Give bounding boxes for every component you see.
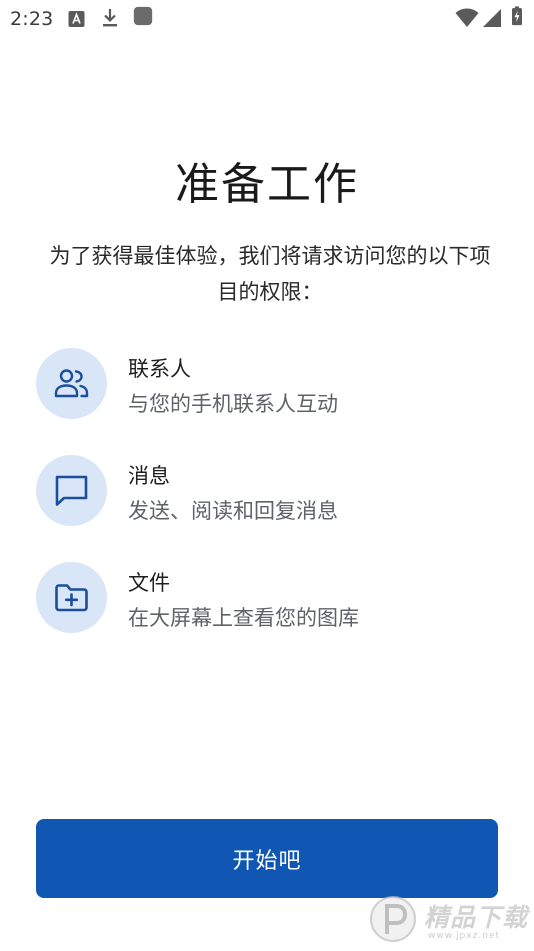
status-time: 2:23	[10, 8, 54, 30]
contacts-icon	[54, 369, 89, 398]
battery-charging-icon	[512, 6, 522, 26]
permission-title: 联系人	[128, 357, 191, 381]
permission-title: 文件	[128, 571, 170, 595]
status-bar: 2:23	[0, 0, 534, 36]
contacts-icon-circle	[36, 348, 107, 419]
app-square-icon	[133, 6, 153, 26]
folder-icon-circle	[36, 562, 107, 633]
permission-description: 与您的手机联系人互动	[128, 392, 338, 416]
message-icon	[55, 475, 88, 506]
download-icon	[103, 9, 117, 27]
permission-description: 在大屏幕上查看您的图库	[128, 606, 359, 630]
folder-add-icon	[55, 584, 88, 612]
permission-contacts: 联系人 与您的手机联系人互动	[36, 348, 496, 420]
wifi-icon	[455, 8, 479, 27]
message-icon-circle	[36, 455, 107, 526]
font-a-icon	[68, 11, 85, 27]
start-button[interactable]: 开始吧	[36, 819, 498, 898]
permission-messages: 消息 发送、阅读和回复消息	[36, 455, 496, 527]
page-title: 准备工作	[175, 159, 359, 210]
permission-files: 文件 在大屏幕上查看您的图库	[36, 562, 496, 634]
watermark-logo	[370, 896, 416, 942]
permission-title: 消息	[128, 464, 170, 488]
cellular-signal-icon	[483, 9, 501, 27]
permission-description: 发送、阅读和回复消息	[128, 499, 338, 523]
watermark: 精品下载 www.jpxz.net	[366, 892, 532, 950]
watermark-subtext: www.jpxz.net	[428, 931, 501, 941]
watermark-text: 精品下载	[424, 903, 529, 932]
intro-text: 为了获得最佳体验，我们将请求访问您的以下项目的权限：	[49, 244, 491, 304]
